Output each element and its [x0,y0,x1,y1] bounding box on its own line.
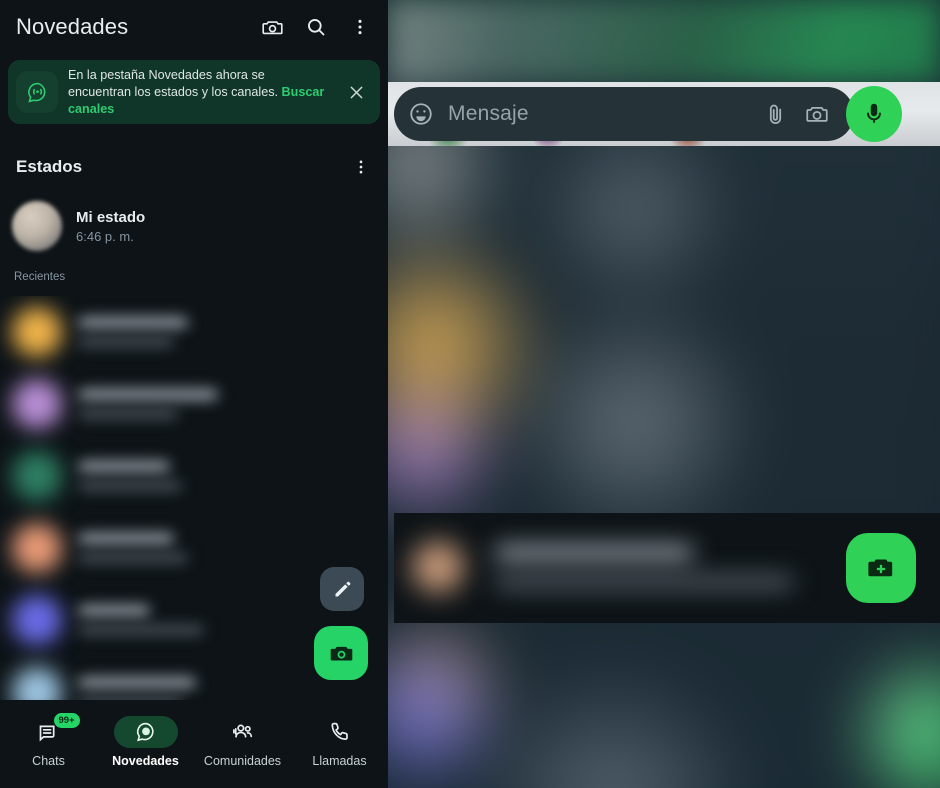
recientes-label: Recientes [14,271,66,283]
magnified-name-line [494,545,694,561]
my-status-row[interactable]: Mi estado 6:46 p. m. [0,194,388,258]
magnified-subtitle-line [494,575,794,589]
nav-item-label: Novedades [112,754,179,768]
nav-item-novedades[interactable]: Novedades [97,716,194,768]
nav-item-chats[interactable]: 99+ Chats [0,713,97,768]
avatar [12,307,62,357]
camera-status-button[interactable] [314,626,368,680]
unread-badge: 99+ [53,713,80,728]
nav-item-label: Llamadas [312,754,367,768]
status-item-name [78,533,174,544]
nav-item-comunidades[interactable]: Comunidades [194,716,291,768]
pencil-icon [332,579,353,600]
status-item-text [78,605,204,635]
search-icon[interactable] [296,7,336,47]
emoji-icon[interactable] [408,101,434,127]
nav-item-label: Comunidades [203,754,282,768]
app-bar-actions [252,7,388,47]
page-title: Novedades [16,14,129,39]
channels-icon [16,71,58,113]
status-list-item[interactable] [0,440,388,512]
avatar [12,523,62,573]
status-item-name [78,677,196,688]
channels-info-banner: En la pestaña Novedades ahora se encuent… [8,60,380,124]
status-item-time [78,553,188,563]
nav-item-label: Chats [32,754,65,768]
overflow-menu-icon[interactable] [340,7,380,47]
communities-icon[interactable] [211,716,275,748]
composer-actions [763,101,830,127]
magnified-status-row [394,513,940,623]
status-item-text [78,317,188,347]
novedades-panel: Novedades En la pestaña Novedades ahora … [0,0,388,788]
banner-text: En la pestaña Novedades ahora se encuent… [68,67,326,118]
status-item-time [78,337,174,347]
screen-root: Mensaje Novedades En la pestaña Novedade… [0,0,940,788]
status-item-text [78,677,196,700]
status-icon[interactable] [113,716,178,748]
chats-icon[interactable]: 99+ [17,713,81,748]
camera-icon [328,640,355,667]
camera-icon[interactable] [804,101,830,127]
my-status-name: Mi estado [76,208,146,226]
my-status-meta: Mi estado 6:46 p. m. [76,209,145,244]
nav-item-llamadas[interactable]: Llamadas [291,716,388,768]
close-icon[interactable] [344,80,368,104]
avatar [12,379,62,429]
status-item-text [78,461,182,491]
status-list-item[interactable] [0,296,388,368]
status-item-time [78,697,182,700]
voice-message-button[interactable] [846,86,902,142]
avatar [12,451,62,501]
camera-icon[interactable] [252,7,292,47]
calls-icon[interactable] [308,716,372,748]
app-bar: Novedades [0,0,388,54]
overflow-menu-icon[interactable] [346,152,376,182]
magnified-preview-panel: Mensaje [388,0,940,788]
avatar [12,595,62,645]
status-item-name [78,389,218,400]
magnified-avatar [412,541,464,593]
status-item-time [78,625,204,635]
status-item-name [78,461,170,472]
status-list-item[interactable] [0,368,388,440]
avatar [12,201,62,251]
status-item-text [78,389,218,419]
status-item-text [78,533,188,563]
my-status-time: 6:46 p. m. [76,228,134,244]
estados-section-header: Estados [0,148,388,186]
status-item-time [78,481,182,491]
message-input-placeholder: Mensaje [448,102,529,125]
status-item-time [78,409,178,419]
paperclip-icon[interactable] [763,102,788,127]
compose-status-button[interactable] [320,567,364,611]
avatar [12,667,62,700]
status-item-name [78,605,150,616]
banner-message: En la pestaña Novedades ahora se encuent… [68,67,282,99]
bottom-navigation: 99+ Chats Novedades Comunidades Llamadas [0,708,388,788]
magnified-top-gradient [388,0,940,82]
status-item-name [78,317,188,328]
section-title: Estados [16,157,83,176]
add-status-button[interactable] [846,533,916,603]
message-composer-region: Mensaje [388,82,940,146]
message-input-bar[interactable]: Mensaje [394,87,854,141]
